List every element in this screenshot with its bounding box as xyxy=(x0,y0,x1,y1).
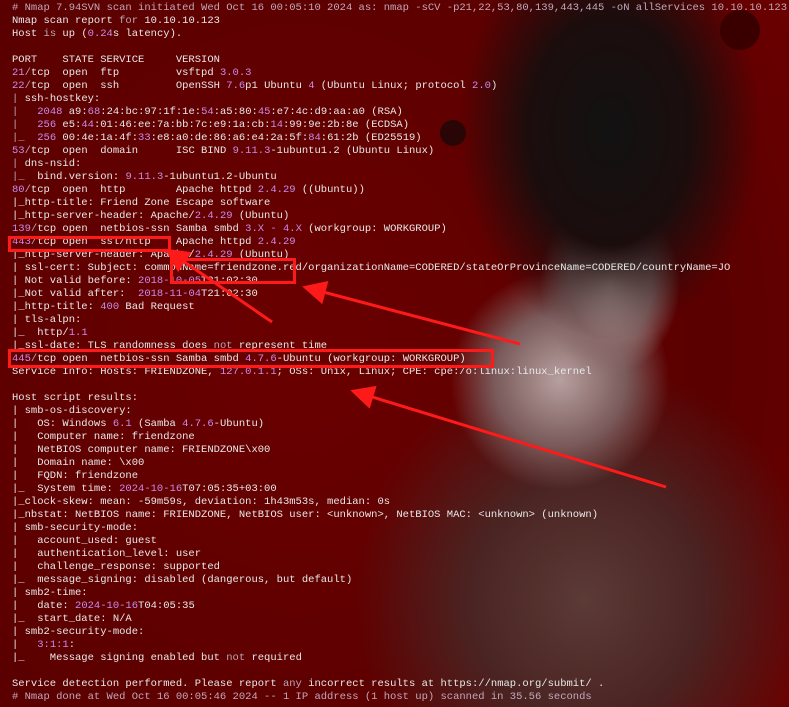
arrow-to-port-445 xyxy=(350,385,667,489)
arrow-to-port-443 xyxy=(165,248,273,324)
annotation-arrows xyxy=(165,248,667,489)
arrow-to-commonname xyxy=(302,280,521,346)
